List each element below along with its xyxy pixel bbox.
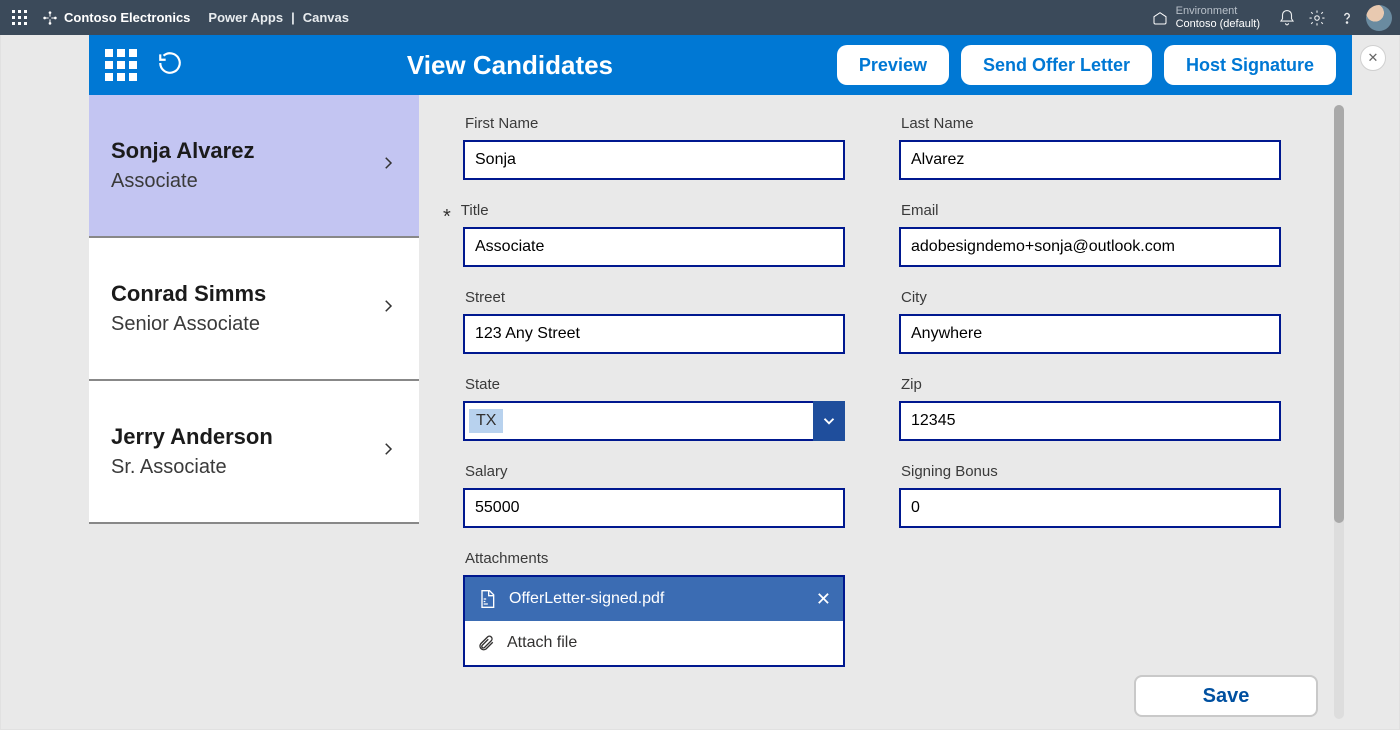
state-value: TX <box>469 409 503 433</box>
user-avatar[interactable] <box>1366 5 1392 31</box>
label-first-name: First Name <box>465 115 845 132</box>
candidate-list: Sonja Alvarez Associate Conrad Simms Sen… <box>89 95 419 729</box>
attachment-filename: OfferLetter-signed.pdf <box>509 590 664 608</box>
pdf-file-icon <box>477 589 497 609</box>
breadcrumb-page[interactable]: Canvas <box>303 10 349 25</box>
refresh-icon[interactable] <box>157 50 183 81</box>
label-email: Email <box>901 202 1281 219</box>
send-offer-button[interactable]: Send Offer Letter <box>961 45 1152 85</box>
first-name-input[interactable] <box>463 140 845 180</box>
paperclip-icon <box>477 634 495 652</box>
breadcrumb-app[interactable]: Power Apps <box>208 10 283 25</box>
remove-attachment-icon[interactable]: ✕ <box>816 589 831 610</box>
candidate-item[interactable]: Jerry Anderson Sr. Associate <box>89 381 419 524</box>
env-value: Contoso (default) <box>1176 18 1260 30</box>
label-title: Title <box>461 202 489 219</box>
canvas-stage: ✕ View Candidates Preview Send Offer Let… <box>0 35 1400 730</box>
label-salary: Salary <box>465 463 845 480</box>
signing-bonus-input[interactable] <box>899 488 1281 528</box>
salary-input[interactable] <box>463 488 845 528</box>
form-panel: First Name Last Name *Title Email <box>419 95 1352 729</box>
label-city: City <box>901 289 1281 306</box>
apps-grid-icon[interactable] <box>105 49 137 81</box>
sidebar-empty <box>89 524 419 729</box>
label-signing-bonus: Signing Bonus <box>901 463 1281 480</box>
candidate-item[interactable]: Conrad Simms Senior Associate <box>89 238 419 381</box>
label-last-name: Last Name <box>901 115 1281 132</box>
environment-picker[interactable]: Environment Contoso (default) <box>1152 5 1260 29</box>
chevron-right-icon <box>379 154 397 177</box>
notifications-icon[interactable] <box>1272 3 1302 33</box>
host-signature-button[interactable]: Host Signature <box>1164 45 1336 85</box>
stage-gutter-left <box>1 35 89 729</box>
save-button[interactable]: Save <box>1134 675 1318 717</box>
app-launcher-icon[interactable] <box>8 6 32 30</box>
attachment-item[interactable]: OfferLetter-signed.pdf ✕ <box>465 577 843 621</box>
label-street: Street <box>465 289 845 306</box>
candidate-name: Conrad Simms <box>111 281 266 307</box>
chevron-right-icon <box>379 297 397 320</box>
label-attachments: Attachments <box>465 550 845 567</box>
candidate-role: Senior Associate <box>111 313 266 336</box>
settings-icon[interactable] <box>1302 3 1332 33</box>
brand: Contoso Electronics <box>42 10 190 26</box>
email-input[interactable] <box>899 227 1281 267</box>
env-label: Environment <box>1176 5 1260 17</box>
title-input[interactable] <box>463 227 845 267</box>
breadcrumb-sep: | <box>291 10 295 25</box>
label-zip: Zip <box>901 376 1281 393</box>
chevron-down-icon[interactable] <box>813 401 845 441</box>
candidate-name: Jerry Anderson <box>111 424 273 450</box>
content-area: Sonja Alvarez Associate Conrad Simms Sen… <box>89 95 1352 729</box>
label-state: State <box>465 376 845 393</box>
preview-button[interactable]: Preview <box>837 45 949 85</box>
zip-input[interactable] <box>899 401 1281 441</box>
candidate-name: Sonja Alvarez <box>111 138 254 164</box>
attachments-box: OfferLetter-signed.pdf ✕ Attach file <box>463 575 845 667</box>
help-icon[interactable] <box>1332 3 1362 33</box>
close-preview-button[interactable]: ✕ <box>1360 45 1386 71</box>
app-titlebar: View Candidates Preview Send Offer Lette… <box>89 35 1352 95</box>
brand-label: Contoso Electronics <box>64 10 190 25</box>
candidate-role: Sr. Associate <box>111 456 273 479</box>
attach-file-button[interactable]: Attach file <box>465 621 843 665</box>
last-name-input[interactable] <box>899 140 1281 180</box>
street-input[interactable] <box>463 314 845 354</box>
chevron-right-icon <box>379 440 397 463</box>
attach-file-label: Attach file <box>507 634 577 652</box>
screen-title: View Candidates <box>197 50 823 81</box>
breadcrumb: Power Apps | Canvas <box>208 10 349 25</box>
state-select[interactable]: TX <box>463 401 845 441</box>
stage-gutter-right <box>1352 35 1399 729</box>
candidate-item[interactable]: Sonja Alvarez Associate <box>89 95 419 238</box>
city-input[interactable] <box>899 314 1281 354</box>
candidate-role: Associate <box>111 170 254 193</box>
ms-header: Contoso Electronics Power Apps | Canvas … <box>0 0 1400 35</box>
app-canvas: ✕ View Candidates Preview Send Offer Let… <box>89 35 1352 729</box>
